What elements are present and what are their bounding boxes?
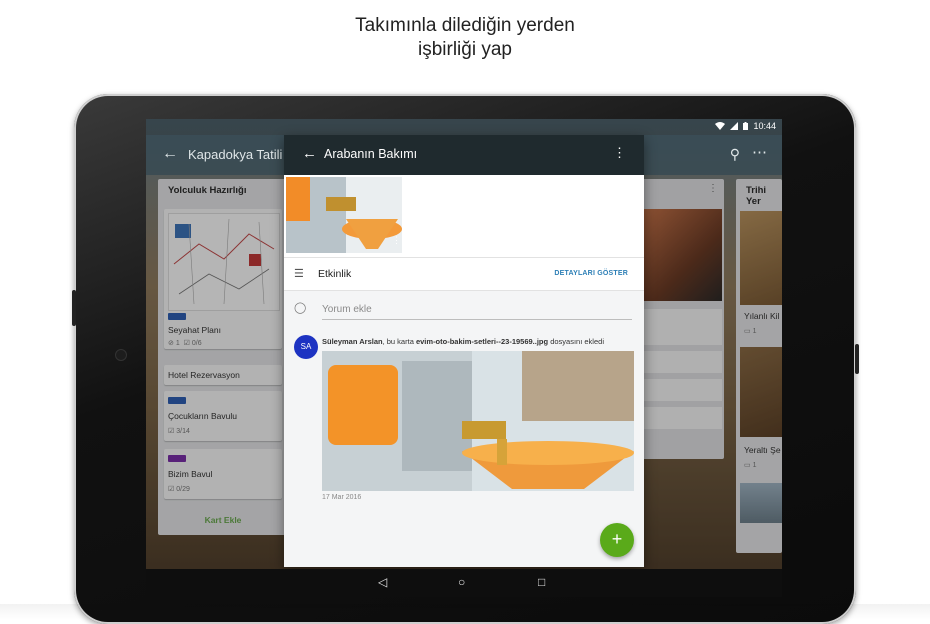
search-icon[interactable]: ⚲ <box>730 146 740 163</box>
headline-line-1: Takımınla dilediğin yerden <box>355 15 575 36</box>
attachment-thumbnail[interactable] <box>286 177 402 253</box>
activity-list-icon: ☰ <box>294 268 304 280</box>
add-fab-button[interactable]: + <box>600 523 634 557</box>
front-camera <box>116 350 126 360</box>
signal-icon <box>730 122 739 130</box>
tablet-power-button <box>855 344 859 374</box>
nav-recents-icon[interactable]: □ <box>538 575 545 589</box>
comment-bubble-icon: ◯ <box>294 302 307 314</box>
android-nav-bar: ◁ ○ □ <box>146 569 782 597</box>
headline: Takımınla dilediğin yerden işbirliği yap <box>0 14 930 62</box>
activity-user[interactable]: Süleyman Arslan <box>322 337 383 346</box>
overflow-menu-icon[interactable]: ⋮ <box>613 145 626 161</box>
floor-reflection <box>0 604 930 620</box>
card-detail-panel: ← Arabanın Bakımı ⋮ ⋮ ☰ Etkinlik DETAYLA… <box>284 135 644 567</box>
status-bar: 10:44 <box>146 119 782 135</box>
activity-section-header: ☰ Etkinlik DETAYLARI GÖSTER <box>284 257 644 291</box>
comment-row: ◯ <box>284 291 644 329</box>
activity-file[interactable]: evim-oto-bakim-setleri--23-19569..jpg <box>416 337 548 346</box>
card-detail-header: ← Arabanın Bakımı ⋮ <box>284 135 644 175</box>
activity-title: Etkinlik <box>318 268 352 280</box>
activity-entry-text: Süleyman Arslan, bu karta evim-oto-bakim… <box>322 337 638 346</box>
attachment-photo[interactable] <box>322 351 634 491</box>
tablet-side-button <box>72 290 76 326</box>
show-details-link[interactable]: DETAYLARI GÖSTER <box>554 270 628 277</box>
board-title: Kapadokya Tatili <box>188 147 283 162</box>
activity-date: 17 Mar 2016 <box>322 494 362 501</box>
battery-icon <box>743 122 749 130</box>
attachments-strip: ⋮ <box>284 175 644 257</box>
headline-line-2: işbirliği yap <box>418 39 512 60</box>
thumbnail-menu-icon[interactable]: ⋮ <box>392 235 401 246</box>
nav-back-icon[interactable]: ◁ <box>378 575 387 589</box>
tablet-screen: 10:44 ← Kapadokya Tatili ⚲ ⋯ Yolculuk Ha… <box>146 119 782 597</box>
back-arrow-icon[interactable]: ← <box>302 145 317 162</box>
status-time: 10:44 <box>753 121 776 131</box>
card-detail-title: Arabanın Bakımı <box>324 147 418 161</box>
activity-action: , bu karta <box>382 337 414 346</box>
more-icon[interactable]: ⋯ <box>752 143 768 161</box>
back-arrow-icon[interactable]: ← <box>162 145 178 163</box>
activity-suffix: dosyasını ekledi <box>550 337 604 346</box>
comment-input[interactable] <box>322 299 632 320</box>
nav-home-icon[interactable]: ○ <box>458 575 465 589</box>
avatar[interactable]: SA <box>294 335 318 359</box>
wifi-icon <box>715 122 726 130</box>
